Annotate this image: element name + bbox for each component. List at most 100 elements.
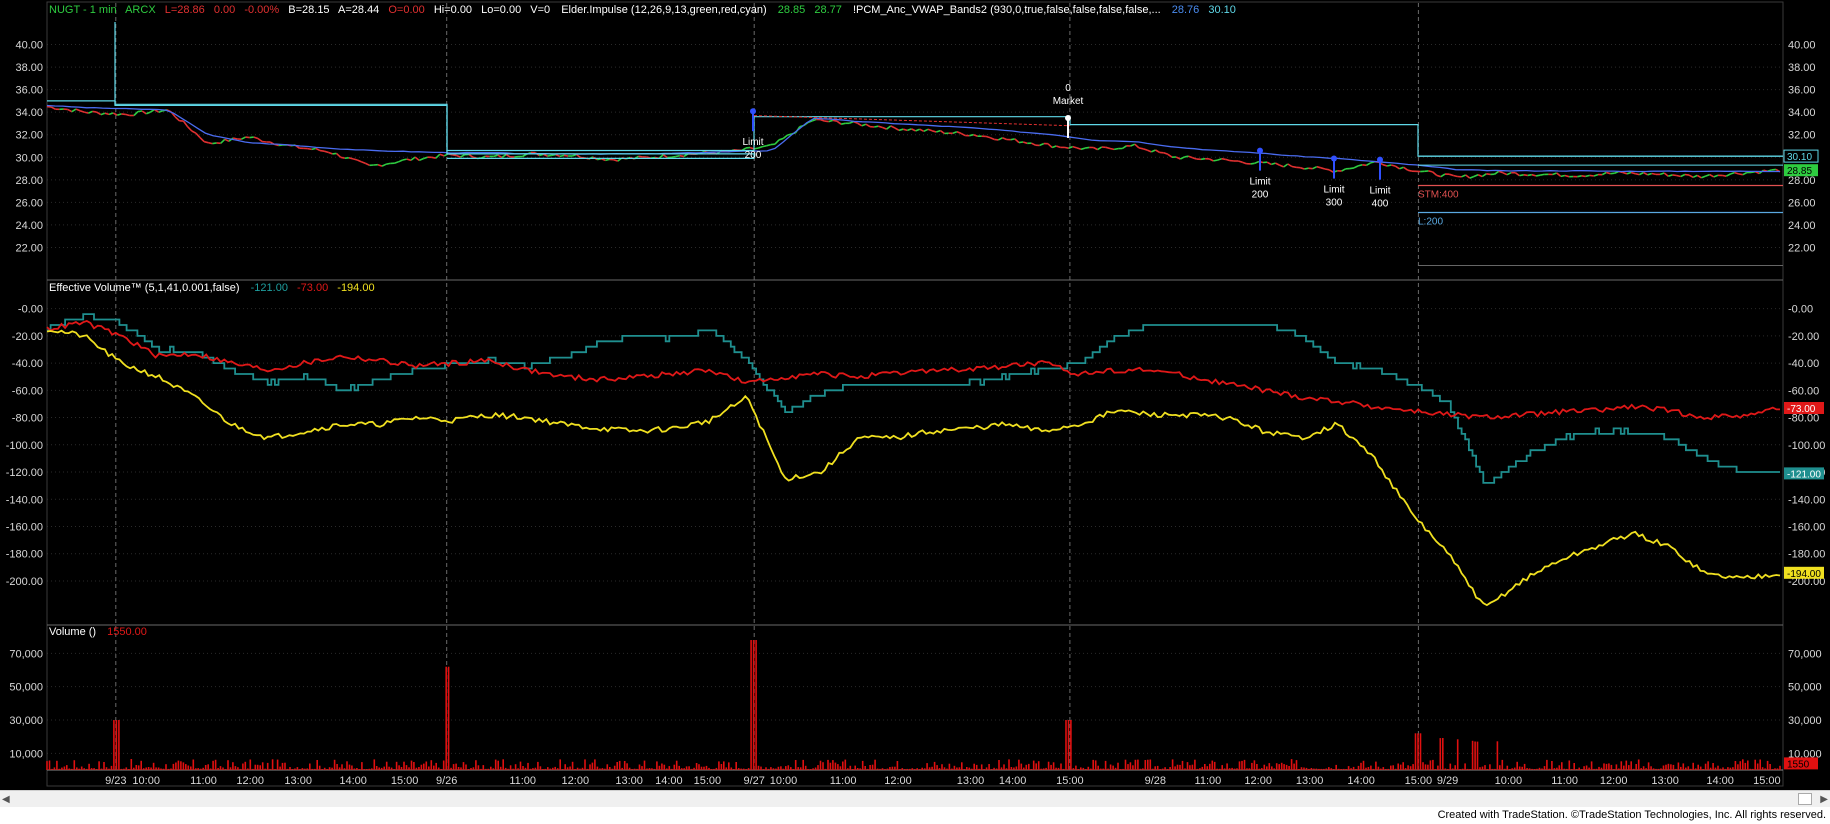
price-bar (1635, 172, 1640, 176)
price-bar (907, 128, 912, 132)
open-value: O=0.00 (388, 4, 424, 16)
ev-legend: Effective Volume™ (5,1,41,0.001,false) -… (49, 282, 375, 294)
price-bar (865, 123, 871, 128)
price-bar (199, 137, 205, 143)
price-bar (1399, 166, 1404, 170)
ev-marker-label: -194.00 (1787, 569, 1821, 580)
volume-tick-left: 50,000 (9, 682, 43, 694)
price-bar (145, 111, 151, 115)
price-bar (605, 158, 610, 162)
scroll-thumb[interactable] (1798, 793, 1812, 805)
price-bar (253, 136, 259, 140)
order-label-top: Limit (1369, 186, 1390, 197)
price-bar (1184, 155, 1189, 158)
ev-tick-left: -200.00 (6, 576, 43, 588)
ev-tick-left: -60.00 (12, 385, 43, 397)
price-bar (952, 130, 958, 135)
order-label-top: Limit (1249, 177, 1270, 188)
price-bar (1581, 175, 1586, 178)
price-bar (1589, 174, 1595, 177)
price-bar (1093, 146, 1098, 151)
scroll-right-icon[interactable]: ▶ (1820, 794, 1828, 805)
price-bar (340, 156, 345, 159)
price-bar (121, 113, 126, 116)
price-bar (1564, 174, 1570, 178)
order-markers[interactable]: Limit 200 0 Market Limit 200 Limit 300 Limit 400 (742, 83, 1390, 210)
price-bar (79, 110, 85, 113)
price-bar (1610, 172, 1615, 175)
ev-tick-left: -160.00 (6, 521, 43, 533)
price-bar (245, 136, 250, 139)
price-bar (1502, 172, 1508, 176)
high-value: Hi=0.00 (434, 4, 472, 16)
price-bar (1018, 141, 1024, 144)
price-bar (679, 154, 685, 158)
ev-tick-right: -140.00 (1788, 494, 1825, 506)
price-bar (50, 106, 56, 110)
price-bar (418, 157, 424, 162)
price-tick-right: 22.00 (1788, 242, 1816, 254)
price-tick-right: 32.00 (1788, 130, 1816, 142)
price-bar (931, 130, 937, 133)
time-tick: 13:00 (957, 775, 985, 787)
grid-layer (47, 44, 1783, 754)
price-bar (141, 110, 147, 115)
time-tick: 12:00 (884, 775, 912, 787)
price-bar (1539, 173, 1545, 176)
price-bar (778, 137, 784, 141)
price-bar (542, 153, 548, 157)
price-bar (1208, 158, 1214, 162)
time-tick: 13:00 (615, 775, 643, 787)
price-bar (613, 158, 619, 162)
impulse-indicator-label: Elder.Impulse (12,26,9,13,green,red,cyan… (561, 4, 766, 16)
price-bar (1585, 174, 1590, 178)
time-tick: 15:00 (694, 775, 722, 787)
price-bar (1213, 159, 1218, 162)
ev-tick-right: -100.00 (1788, 440, 1825, 452)
ev-title: Effective Volume™ (5,1,41,0.001,false) (49, 282, 240, 294)
low-value: Lo=0.00 (481, 4, 521, 16)
time-tick: 15:00 (1753, 775, 1781, 787)
price-bar (1287, 163, 1293, 168)
price-bar (882, 126, 887, 130)
price-bar (874, 125, 879, 128)
volume-title: Volume () (49, 626, 96, 638)
price-bar (1738, 173, 1743, 176)
volume-tick-left: 70,000 (9, 648, 43, 660)
time-tick: 15:00 (1405, 775, 1433, 787)
time-tick: 14:00 (1706, 775, 1734, 787)
price-bar (1506, 171, 1512, 176)
time-tick: 12:00 (1244, 775, 1272, 787)
price-tick-left: 30.00 (15, 152, 43, 164)
price-bar (96, 111, 102, 116)
price-tick-left: 32.00 (15, 130, 43, 142)
tradestation-chart[interactable]: STM:400L:200 Limit2000MarketLimit200 Limi… (0, 0, 1830, 790)
price-bar (104, 112, 110, 116)
time-tick: 9/27 (743, 775, 764, 787)
ev-tick-left: -100.00 (6, 440, 43, 452)
price-bar (224, 138, 230, 143)
price-bar (71, 108, 77, 113)
scroll-left-icon[interactable]: ◀ (2, 794, 10, 805)
order-dot (1257, 147, 1263, 154)
price-bar (1328, 169, 1334, 173)
price-bar (886, 125, 892, 130)
price-bar (939, 129, 945, 135)
price-bar (820, 118, 825, 122)
chart-scrollbar[interactable]: ◀ ▶ (0, 790, 1830, 808)
order-label-top: Limit (1323, 185, 1344, 196)
price-bar (1577, 175, 1582, 178)
price-bar (1647, 172, 1653, 176)
footer: Created with TradeStation. ©TradeStation… (0, 807, 1830, 824)
time-tick: 14:00 (999, 775, 1027, 787)
price-bar (1473, 174, 1479, 178)
price-bar (973, 133, 978, 137)
price-bar (1275, 162, 1280, 166)
price-bar (67, 108, 73, 113)
price-bar (1362, 164, 1367, 167)
price-bar (915, 128, 921, 132)
price-bar (824, 120, 829, 123)
price-bar (1403, 166, 1409, 171)
ev-marker-label: -121.00 (1787, 469, 1821, 480)
price-bar (836, 120, 842, 125)
